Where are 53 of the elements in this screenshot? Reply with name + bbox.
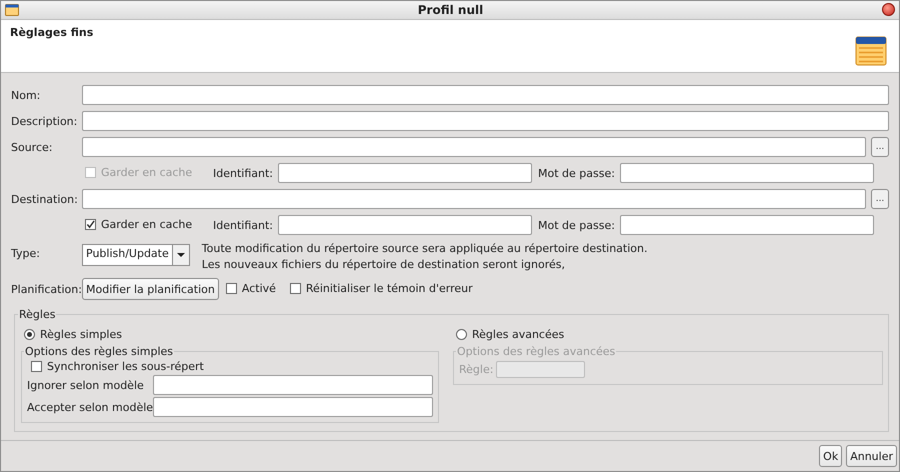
checkbox[interactable]: [31, 360, 42, 372]
field-label: Mot de passe:: [538, 166, 615, 180]
path-field[interactable]: [82, 137, 866, 158]
dialog-button[interactable]: Annuler: [846, 445, 897, 468]
checkbox-label: Garder en cache: [101, 218, 192, 232]
checkbox[interactable]: [85, 219, 96, 230]
field-label: Source:: [11, 140, 54, 154]
checkbox[interactable]: [290, 282, 301, 294]
close-button[interactable]: [882, 3, 895, 16]
field-label: Destination:: [11, 192, 79, 206]
field-label: Règle:: [459, 362, 494, 376]
checkbox-label: Réinitialiser le témoin d'erreur: [306, 282, 473, 295]
field-label: Nom:: [11, 88, 42, 102]
table-icon: [855, 36, 887, 66]
field-label: Accepter selon modèle: [27, 400, 153, 414]
pattern-field[interactable]: [153, 397, 433, 418]
path-field[interactable]: [82, 189, 866, 210]
radio-button[interactable]: [24, 328, 35, 340]
password-field[interactable]: [620, 163, 874, 184]
group-title: Règles: [18, 308, 56, 322]
field-label: Mot de passe:: [538, 218, 615, 232]
group-title: Options des règles simples: [24, 345, 174, 358]
radio-label: Règles avancées: [472, 328, 564, 341]
browse-button[interactable]: ...: [871, 189, 889, 210]
text-field[interactable]: [82, 111, 889, 132]
caret-icon: [176, 253, 185, 258]
group-title: Options des règles avancées: [456, 345, 616, 358]
text-field[interactable]: [82, 85, 889, 106]
radio-label: Règles simples: [40, 328, 122, 341]
password-field[interactable]: [620, 215, 874, 236]
browse-button[interactable]: ...: [871, 137, 889, 158]
pattern-field[interactable]: [153, 375, 433, 396]
field-label: Ignorer selon modèle: [27, 378, 145, 392]
description-text: Les nouveaux fichiers du répertoire de destination seront ignorés,: [202, 257, 566, 274]
field-label: Description:: [11, 114, 78, 128]
schedule-button[interactable]: Modifier la planification: [82, 278, 219, 300]
radio-button[interactable]: [456, 328, 467, 340]
dialog-button[interactable]: Ok: [819, 445, 842, 468]
field-label: Identifiant:: [213, 166, 273, 180]
window-icon: [5, 4, 19, 16]
checkbox-label: Garder en cache: [101, 166, 192, 179]
field-label: Type:: [11, 246, 41, 260]
checkbox-label: Synchroniser les sous-répert: [47, 360, 204, 373]
field-label: Planification:: [11, 282, 82, 296]
type-dropdown[interactable]: Publish/Update: [82, 244, 190, 266]
checkbox[interactable]: [226, 282, 237, 294]
window-title: Profil null: [416, 2, 484, 17]
field-label: Identifiant:: [213, 218, 273, 232]
username-field[interactable]: [278, 215, 532, 236]
header-title: Règlages fins: [10, 26, 94, 41]
description-text: Toute modification du répertoire source sera appliquée au répertoire destination.: [202, 241, 648, 258]
checkbox-label: Activé: [242, 282, 276, 295]
username-field[interactable]: [278, 163, 532, 184]
